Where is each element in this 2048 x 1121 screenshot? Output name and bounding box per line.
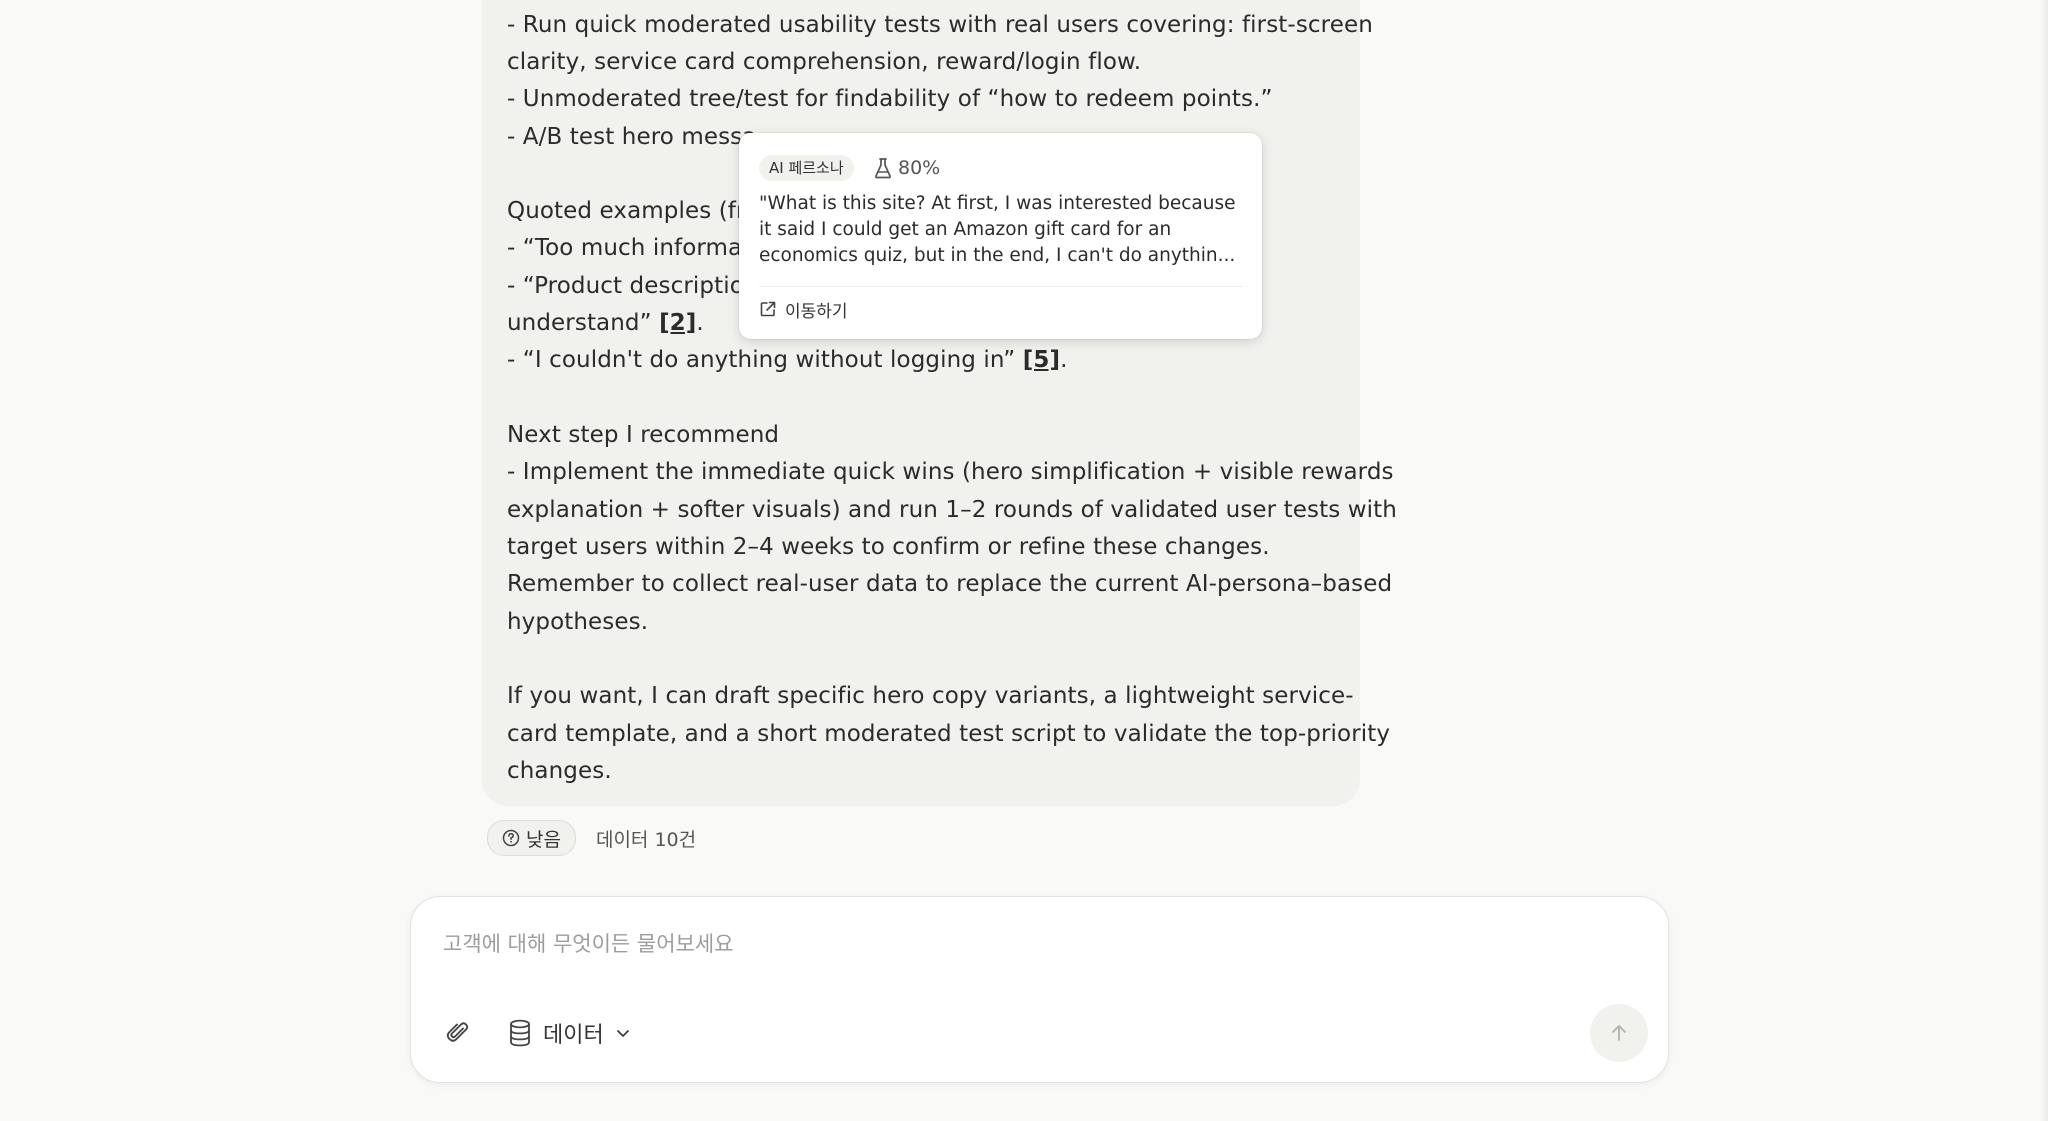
- message-line: explanation + softer visuals) and run 1–…: [507, 497, 1397, 523]
- flask-icon: [875, 158, 891, 179]
- message-line: Quoted examples (fro: [507, 198, 760, 224]
- section-heading: Next step I recommend: [507, 422, 780, 448]
- divider: [759, 286, 1242, 287]
- citation-link[interactable]: [2]: [659, 310, 696, 336]
- message-line: - Implement the immediate quick wins (he…: [507, 459, 1394, 485]
- citation-tooltip: AI 페르소나 80% "What is this site? At first…: [739, 133, 1262, 339]
- confidence-chip[interactable]: 낮음: [487, 820, 576, 856]
- message-line: changes.: [507, 758, 612, 784]
- citation-link[interactable]: [5]: [1023, 347, 1060, 373]
- message-line: - “Product descriptio: [507, 273, 744, 299]
- arrow-up-icon: [1612, 1025, 1626, 1041]
- data-source-selector[interactable]: 데이터: [507, 1013, 632, 1053]
- message-line: understand” [2].: [507, 309, 704, 337]
- period: .: [696, 310, 704, 336]
- period: .: [1060, 347, 1068, 373]
- external-link-icon: [760, 301, 776, 317]
- chat-composer: 데이터: [410, 896, 1669, 1083]
- confidence-value: 80%: [898, 157, 941, 179]
- message-line: - “I couldn't do anything without loggin…: [507, 346, 1067, 374]
- message-meta: 낮음 데이터 10건: [487, 820, 696, 856]
- paperclip-icon[interactable]: [443, 1018, 473, 1048]
- database-icon: [510, 1019, 530, 1047]
- send-button[interactable]: [1590, 1004, 1648, 1062]
- message-line: hypotheses.: [507, 609, 649, 635]
- source-badge: AI 페르소나: [759, 155, 854, 181]
- quote-text: "What is this site? At first, I was inte…: [759, 193, 1236, 266]
- message-line-text: - “I couldn't do anything without loggin…: [507, 347, 1023, 373]
- message-line: clarity, service card comprehension, rew…: [507, 49, 1142, 75]
- message-line: card template, and a short moderated tes…: [507, 721, 1391, 747]
- message-line: - Run quick moderated usability tests wi…: [507, 12, 1373, 38]
- goto-link[interactable]: 이동하기: [759, 293, 848, 325]
- message-line: If you want, I can draft specific hero c…: [507, 683, 1354, 709]
- chat-input[interactable]: [441, 925, 1545, 963]
- message-line: target users within 2–4 weeks to confirm…: [507, 534, 1270, 560]
- message-line-text: understand”: [507, 310, 660, 336]
- data-source-label: 데이터: [543, 1023, 604, 1048]
- chevron-down-icon: [616, 1030, 629, 1037]
- data-count: 데이터 10건: [595, 828, 697, 851]
- scroll-edge-shadow: [2040, 0, 2048, 1121]
- message-line: Remember to collect real-user data to re…: [507, 571, 1393, 597]
- message-line: - Unmoderated tree/test for findability …: [507, 86, 1273, 112]
- confidence-label: 낮음: [526, 828, 561, 851]
- goto-label: 이동하기: [785, 301, 848, 322]
- message-line: - “Too much informat: [507, 235, 752, 261]
- message-line: - A/B test hero messa: [507, 124, 757, 150]
- question-circle-icon: [502, 829, 520, 847]
